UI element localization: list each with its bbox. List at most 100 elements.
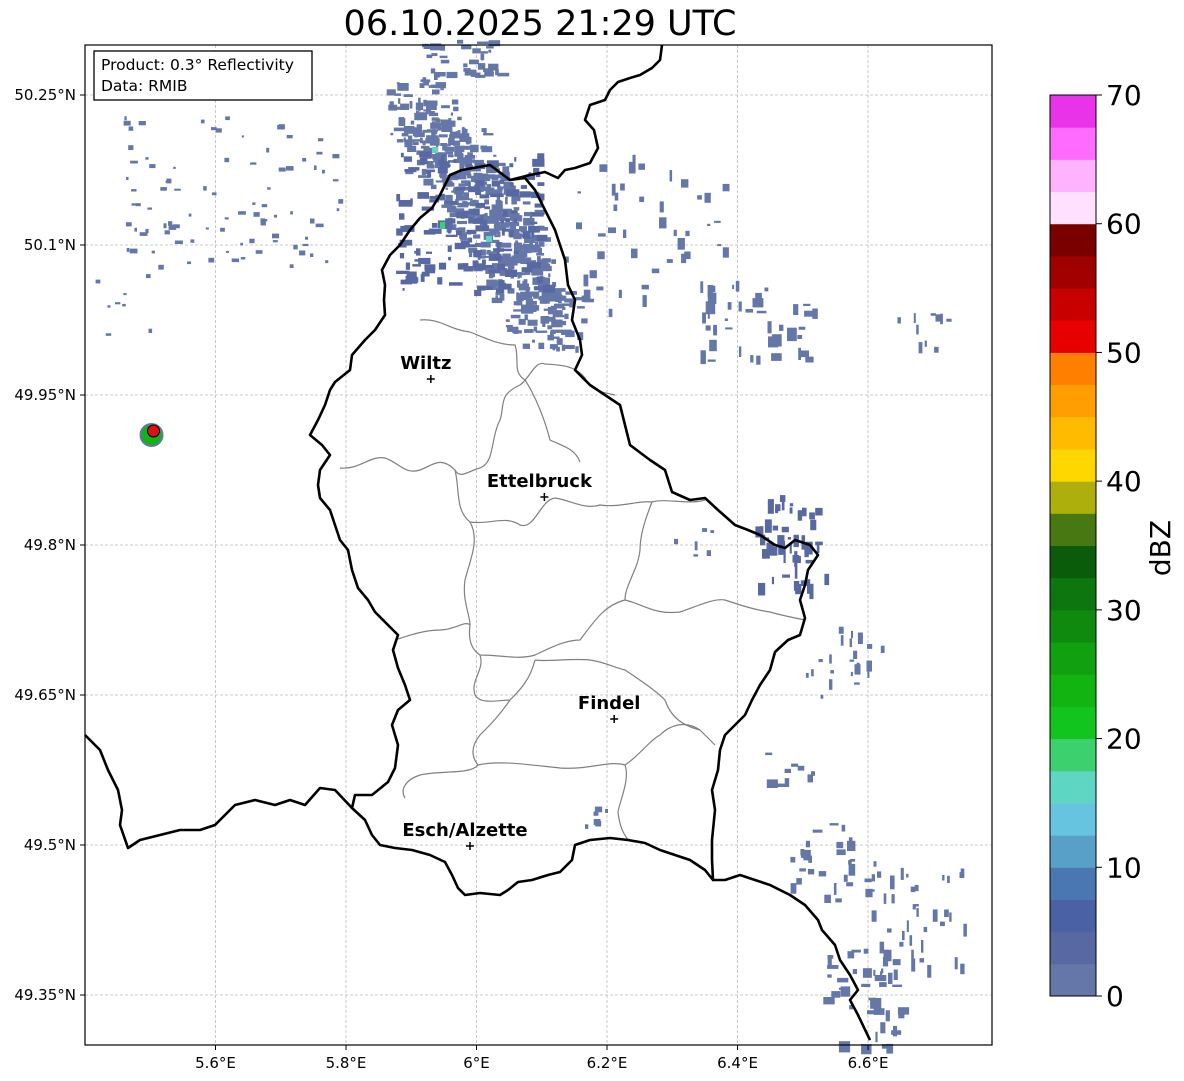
echo-cell bbox=[473, 234, 481, 239]
echo-cell bbox=[224, 217, 229, 220]
echo-cell bbox=[890, 875, 895, 890]
echo-cell bbox=[454, 242, 466, 250]
echo-cell bbox=[432, 112, 439, 117]
echo-cell bbox=[704, 192, 711, 203]
echo-cell bbox=[554, 288, 566, 292]
echo-cell bbox=[484, 206, 490, 210]
echo-cell bbox=[888, 972, 893, 984]
echo-cell bbox=[504, 228, 510, 232]
echo-cell bbox=[163, 223, 167, 229]
echo-cell bbox=[930, 313, 936, 316]
echo-cell bbox=[873, 1008, 885, 1015]
echo-cell bbox=[488, 63, 499, 71]
echo-cell bbox=[812, 829, 823, 833]
echo-cell bbox=[145, 157, 149, 160]
echo-cell bbox=[430, 184, 437, 190]
echo-cell bbox=[438, 134, 448, 138]
echo-cell bbox=[838, 1041, 851, 1053]
colorbar-segment bbox=[1050, 738, 1096, 772]
echo-cell bbox=[803, 303, 811, 306]
echo-cell bbox=[589, 270, 597, 279]
echo-cell bbox=[480, 145, 488, 150]
info-product: Product: 0.3° Reflectivity bbox=[101, 56, 294, 74]
echo-cell bbox=[115, 302, 121, 305]
echo-cell bbox=[437, 127, 448, 131]
echo-cell bbox=[811, 771, 815, 776]
echo-cell bbox=[874, 975, 887, 982]
echo-cell bbox=[495, 199, 502, 204]
echo-cell bbox=[439, 55, 448, 59]
canton-border-south2 bbox=[402, 699, 511, 799]
echo-cell bbox=[575, 346, 579, 353]
echo-cell bbox=[772, 525, 779, 531]
echo-cell bbox=[338, 199, 344, 204]
echo-cell bbox=[305, 236, 309, 240]
echo-cell bbox=[793, 304, 799, 315]
echo-cell bbox=[509, 230, 514, 238]
echo-cell bbox=[477, 41, 489, 44]
echo-cell bbox=[409, 101, 413, 109]
echo-cell bbox=[768, 336, 779, 348]
echo-cell bbox=[203, 186, 207, 191]
echo-cell bbox=[906, 920, 909, 933]
echo-cell bbox=[732, 284, 735, 289]
echo-cell bbox=[506, 257, 517, 265]
echo-cell bbox=[558, 295, 562, 304]
echo-cell bbox=[405, 126, 410, 131]
echo-cell bbox=[849, 859, 856, 862]
echo-cell bbox=[482, 259, 486, 265]
echo-cell bbox=[526, 262, 541, 269]
echo-cell bbox=[934, 346, 939, 353]
echo-cell bbox=[669, 170, 673, 182]
echo-cell bbox=[390, 132, 394, 136]
echo-cell bbox=[750, 355, 754, 363]
echo-cell bbox=[911, 949, 914, 959]
echo-cell bbox=[787, 537, 791, 540]
echo-cell bbox=[883, 949, 889, 961]
echo-cell bbox=[225, 116, 230, 121]
echo-cell bbox=[900, 867, 904, 880]
echo-cell bbox=[694, 541, 698, 551]
echo-cell bbox=[879, 941, 885, 954]
echo-cell bbox=[713, 324, 717, 336]
echo-cell bbox=[425, 100, 438, 106]
echo-cell bbox=[628, 161, 636, 174]
echo-cell bbox=[847, 840, 856, 851]
echo-cell bbox=[915, 904, 919, 907]
echo-cell bbox=[421, 168, 427, 176]
colorbar-segment bbox=[1050, 513, 1096, 546]
echo-cell bbox=[866, 660, 872, 672]
echo-cell bbox=[168, 225, 177, 230]
echo-cell bbox=[767, 499, 774, 514]
echo-cell bbox=[784, 778, 790, 787]
echo-cell bbox=[863, 948, 869, 954]
echo-cell bbox=[241, 135, 244, 138]
echo-cell bbox=[404, 169, 417, 173]
echo-cell bbox=[883, 893, 887, 904]
echo-cell bbox=[827, 955, 834, 959]
colorbar-tick-label: 30 bbox=[1106, 594, 1142, 627]
echo-cell bbox=[446, 151, 453, 155]
echo-cell bbox=[488, 253, 502, 261]
echo-cell bbox=[781, 526, 789, 533]
echo-cell bbox=[459, 195, 466, 201]
echo-cell bbox=[293, 244, 298, 250]
colorbar-segment bbox=[1050, 899, 1096, 933]
echo-cell bbox=[577, 191, 581, 194]
echo-cell bbox=[641, 284, 649, 290]
echo-cell bbox=[468, 237, 473, 243]
echo-cell bbox=[942, 874, 945, 881]
echo-cell bbox=[224, 157, 230, 163]
echo-cell bbox=[432, 157, 436, 160]
echo-cell bbox=[435, 180, 445, 183]
echo-cell bbox=[932, 909, 938, 922]
echo-cell bbox=[497, 263, 506, 271]
colorbar-segment bbox=[1050, 931, 1096, 965]
echo-cell bbox=[416, 132, 425, 138]
echo-cell bbox=[414, 259, 419, 262]
echo-cell bbox=[148, 328, 153, 333]
echo-cell bbox=[403, 94, 413, 97]
echo-cell bbox=[457, 116, 462, 121]
echo-cell bbox=[496, 248, 500, 255]
echo-cell bbox=[423, 178, 434, 186]
